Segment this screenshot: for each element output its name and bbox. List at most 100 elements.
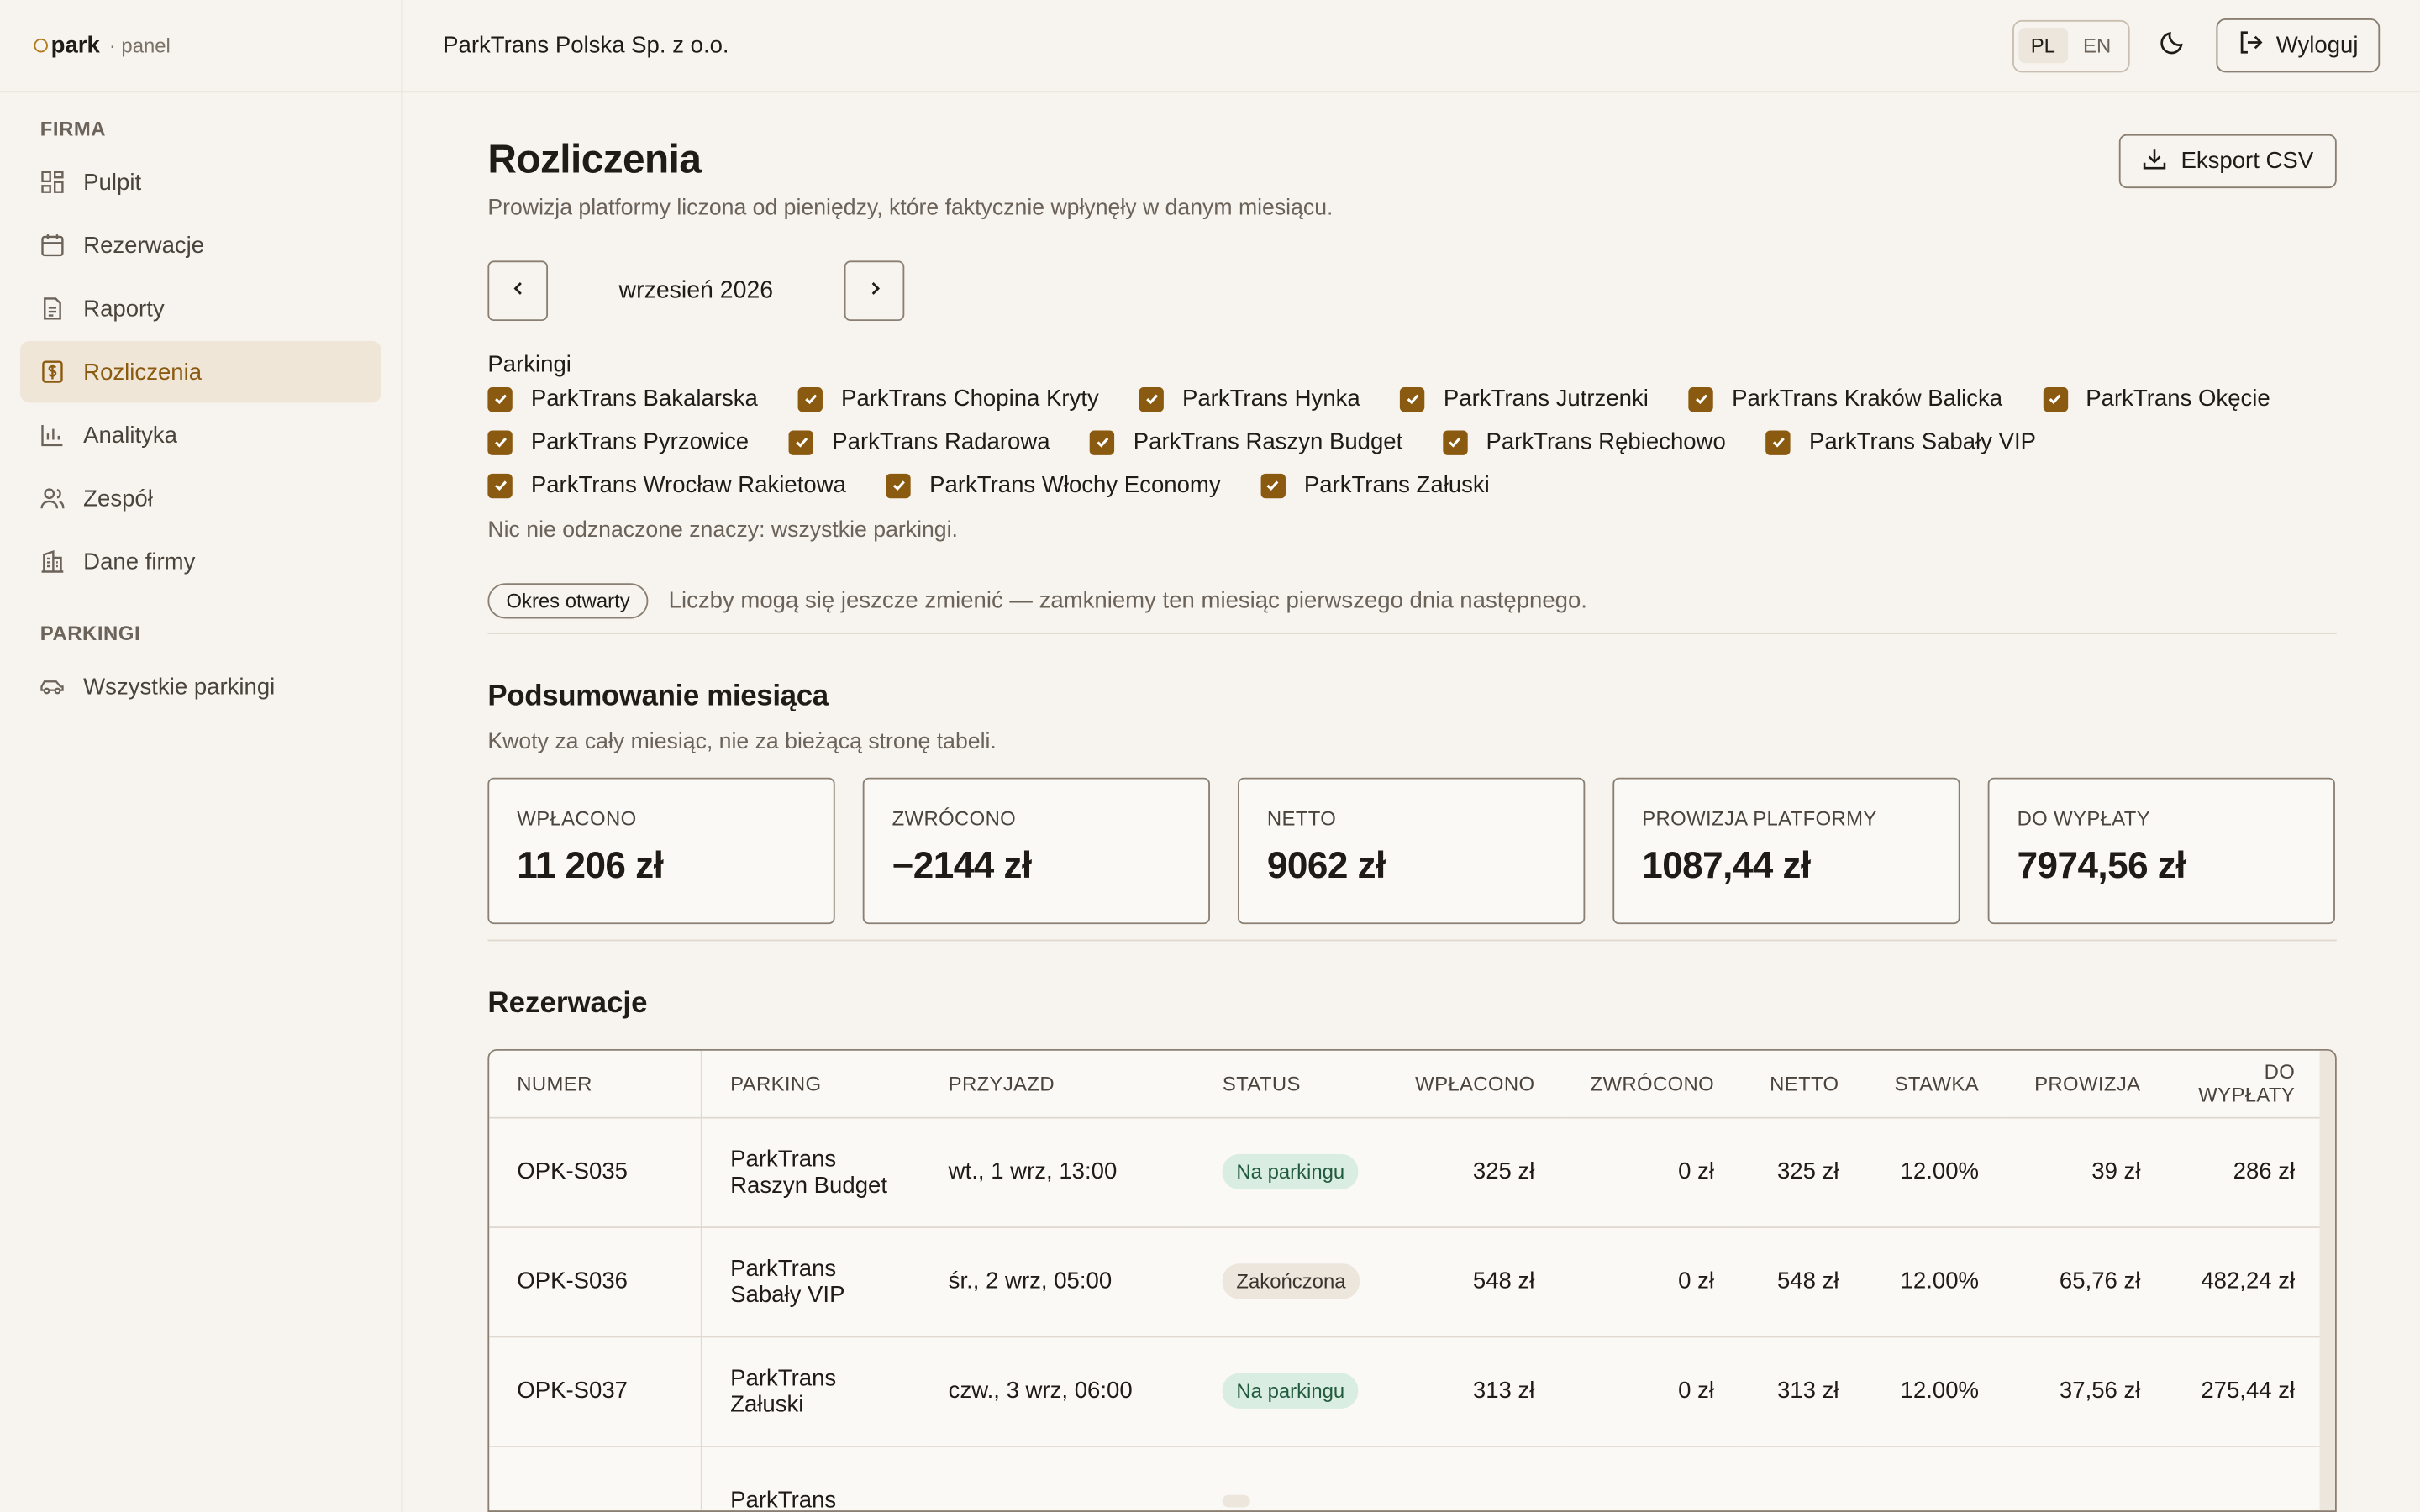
sidebar-item-analityka[interactable]: Analityka [20,404,381,465]
prev-month-button[interactable] [487,260,549,322]
period-status: Okres otwarty Liczby mogą się jeszcze zm… [487,583,2337,634]
cell-parking: ParkTrans [702,1445,921,1511]
col-header[interactable]: STATUS [1194,1050,1388,1118]
parking-checkbox[interactable]: ParkTrans Pyrzowice [487,424,749,459]
sidebar-item-rezerwacje[interactable]: Rezerwacje [20,214,381,276]
parkings-filter: ParkTrans Bakalarska ParkTrans Chopina Kr… [487,381,2336,503]
parking-line: Sabały VIP [730,1281,845,1308]
checkbox-checked-icon[interactable] [797,386,823,412]
checkbox-checked-icon[interactable] [2042,386,2068,412]
page-title: Rozliczenia [487,135,702,182]
parking-checkbox[interactable]: ParkTrans Wrocław Rakietowa [487,468,846,503]
cell-payout [2168,1445,2323,1511]
checkbox-checked-icon[interactable] [886,472,912,498]
checkbox-checked-icon[interactable] [1400,386,1425,412]
cell-arrival: wt., 1 wrz, 13:00 [920,1116,1195,1228]
sidebar-item-zespol[interactable]: Zespół [20,468,381,529]
parking-checkbox[interactable]: ParkTrans Okęcie [2042,381,2270,417]
next-month-button[interactable] [844,260,905,322]
col-header[interactable]: NETTO [1742,1050,1867,1118]
parking-checkbox[interactable]: ParkTrans Rębiechowo [1443,424,1726,459]
building-icon [40,549,65,574]
table-row[interactable]: ParkTrans [489,1445,2323,1511]
cell-refund: 0 zł [1562,1116,1743,1228]
cell-parking: ParkTrans Raszyn Budget [702,1116,921,1228]
sidebar-item-wszystkie-parkingi[interactable]: Wszystkie parkingi [20,656,381,717]
col-header[interactable]: PRZYJAZD [920,1050,1195,1118]
brand[interactable]: park · panel [0,0,402,93]
checkbox-checked-icon[interactable] [788,429,814,454]
parking-checkbox[interactable]: ParkTrans Hynka [1139,381,1360,417]
checkbox-checked-icon[interactable] [487,386,513,412]
parking-checkbox-label: ParkTrans Włochy Economy [929,472,1221,499]
parking-line: Załuski [730,1390,804,1418]
cell-number [489,1445,703,1511]
cell-paid: 313 zł [1387,1336,1563,1446]
cell-rate: 12.00% [1866,1226,2007,1337]
card-label: NETTO [1266,806,1337,831]
sidebar-item-rozliczenia[interactable]: Rozliczenia [19,340,381,403]
col-header[interactable]: ZWRÓCONO [1562,1050,1743,1118]
parking-checkbox-label: ParkTrans Sabały VIP [1809,428,2037,455]
sidebar: park · panel FIRMA Pulpit Rezerwacje Rap… [0,0,403,1512]
checkbox-checked-icon[interactable] [1090,429,1115,454]
logout-button[interactable]: Wyloguj [2216,18,2381,73]
checkbox-checked-icon[interactable] [487,472,513,498]
status-badge [1222,1494,1250,1508]
chevron-right-icon [865,277,883,305]
parking-checkbox[interactable]: ParkTrans Bakalarska [487,381,758,417]
brand-name: park [50,32,100,59]
parking-checkbox[interactable]: ParkTrans Kraków Balicka [1688,381,2002,417]
status-badge: Na parkingu [1222,1153,1359,1190]
parking-checkbox-label: ParkTrans Okęcie [2086,386,2270,412]
parking-checkbox[interactable]: ParkTrans Sabały VIP [1765,424,2037,459]
table-scrollbar[interactable] [2319,1050,2335,1511]
summary-title: Podsumowanie miesiąca [487,680,829,713]
checkbox-checked-icon[interactable] [1260,472,1286,498]
table-row[interactable]: OPK-S037 ParkTrans Załuski czw., 3 wrz, 06:… [489,1336,2323,1446]
parking-checkbox[interactable]: ParkTrans Chopina Kryty [797,381,1099,417]
lang-en-button[interactable]: EN [2070,28,2123,63]
checkbox-checked-icon[interactable] [1688,386,1714,412]
cell-rate: 12.00% [1866,1116,2007,1228]
parking-line: ParkTrans [730,1255,837,1282]
col-header[interactable]: PARKING [702,1050,921,1118]
topbar: ParkTrans Polska Sp. z o.o. PL EN Wylogu… [402,0,2420,93]
table-row[interactable]: OPK-S035 ParkTrans Raszyn Budget wt., 1 wrz… [489,1116,2323,1228]
sidebar-item-label: Raporty [83,295,165,322]
cell-fee: 39 zł [2007,1116,2169,1228]
parking-checkbox[interactable]: ParkTrans Raszyn Budget [1090,424,1402,459]
summary-cards: WPŁACONO 11 206 zł ZWRÓCONO −2144 zł NET… [487,777,2337,942]
checkbox-checked-icon[interactable] [1443,429,1468,454]
checkbox-checked-icon[interactable] [1765,429,1791,454]
current-month: wrzesień 2026 [618,276,774,303]
parking-checkbox-label: ParkTrans Hynka [1181,386,1360,412]
card-value: 11 206 zł [517,845,664,888]
sidebar-item-label: Rezerwacje [83,232,205,259]
reservations-title: Rezerwacje [487,987,648,1021]
theme-toggle-button[interactable] [2145,19,2201,71]
col-header[interactable]: DO WYPŁATY [2168,1050,2323,1118]
sidebar-item-pulpit[interactable]: Pulpit [20,151,381,213]
col-header[interactable]: NUMER [489,1050,703,1118]
parking-checkbox[interactable]: ParkTrans Włochy Economy [886,468,1221,503]
sidebar-item-label: Wszystkie parkingi [83,673,276,700]
sidebar-item-label: Zespół [83,485,153,512]
parking-checkbox-label: ParkTrans Pyrzowice [530,428,750,455]
parking-checkbox[interactable]: ParkTrans Jutrzenki [1400,381,1649,417]
export-csv-button[interactable]: Eksport CSV [2119,134,2337,189]
cell-fee [2007,1445,2169,1511]
checkbox-checked-icon[interactable] [487,429,513,454]
checkbox-checked-icon[interactable] [1139,386,1164,412]
parking-checkbox[interactable]: ParkTrans Radarowa [788,424,1050,459]
col-header[interactable]: STAWKA [1866,1050,2007,1118]
parking-checkbox[interactable]: ParkTrans Załuski [1260,468,1490,503]
sidebar-item-dane-firmy[interactable]: Dane firmy [20,531,381,592]
lang-pl-button[interactable]: PL [2018,28,2068,64]
nav-section-firma: FIRMA [39,117,107,141]
table-row[interactable]: OPK-S036 ParkTrans Sabały VIP śr., 2 wrz, 0… [489,1226,2323,1337]
col-header[interactable]: PROWIZJA [2007,1050,2169,1118]
col-header[interactable]: WPŁACONO [1387,1050,1563,1118]
company-name: ParkTrans Polska Sp. z o.o. [443,32,729,59]
sidebar-item-raporty[interactable]: Raporty [20,278,381,339]
